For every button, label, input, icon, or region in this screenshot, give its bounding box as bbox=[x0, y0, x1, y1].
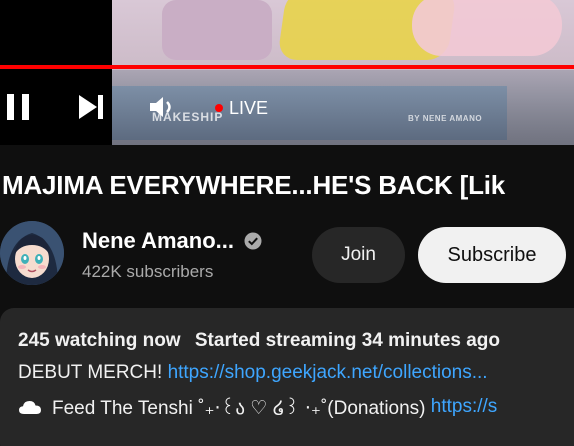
stream-start-time: Started streaming 34 minutes ago bbox=[194, 330, 501, 351]
donation-line: Feed The Tenshi ˚₊‧꒰ა ♡ ໒꒱ ‧₊˚(Donations… bbox=[18, 394, 497, 420]
join-button[interactable]: Join bbox=[312, 227, 405, 283]
volume-icon bbox=[150, 97, 171, 117]
live-badge[interactable]: LIVE bbox=[215, 96, 268, 120]
channel-info[interactable]: Nene Amano... bbox=[82, 228, 262, 254]
progress-bar[interactable] bbox=[0, 65, 574, 69]
merch-line: DEBUT MERCH! https://shop.geekjack.net/c… bbox=[18, 362, 488, 384]
next-button[interactable] bbox=[74, 90, 108, 124]
live-label: LIVE bbox=[229, 97, 269, 118]
avatar-image bbox=[0, 221, 64, 285]
pause-icon bbox=[7, 94, 29, 120]
check-circle-icon bbox=[244, 232, 262, 250]
pause-button[interactable] bbox=[2, 90, 34, 124]
donation-text: Feed The Tenshi ˚₊‧꒰ა ♡ ໒꒱ ‧₊˚(Donations… bbox=[52, 398, 431, 419]
stream-stats: 245 watching now Started streaming 34 mi… bbox=[18, 330, 500, 352]
donation-link[interactable]: https://s bbox=[431, 396, 498, 418]
subscribe-button[interactable]: Subscribe bbox=[418, 227, 566, 283]
description-box[interactable]: 245 watching now Started streaming 34 mi… bbox=[0, 308, 574, 446]
next-icon bbox=[79, 95, 103, 119]
live-dot-icon bbox=[215, 104, 223, 112]
channel-avatar[interactable] bbox=[0, 221, 64, 285]
watching-count: 245 watching now bbox=[18, 330, 181, 351]
video-player[interactable]: MAKESHIP BY NENE AMANO LIVE bbox=[0, 0, 574, 145]
video-frame: MAKESHIP BY NENE AMANO bbox=[112, 0, 574, 145]
merch-link[interactable]: https://shop.geekjack.net/collections... bbox=[168, 362, 488, 383]
channel-name[interactable]: Nene Amano... bbox=[82, 228, 234, 254]
subscriber-count: 422K subscribers bbox=[82, 262, 214, 281]
video-title: MAJIMA EVERYWHERE...HE'S BACK [Lik bbox=[2, 170, 506, 200]
video-watermark-credit: BY NENE AMANO bbox=[408, 114, 483, 123]
volume-button[interactable] bbox=[146, 92, 176, 122]
cloud-icon bbox=[19, 401, 41, 414]
merch-text: DEBUT MERCH! bbox=[18, 362, 168, 383]
